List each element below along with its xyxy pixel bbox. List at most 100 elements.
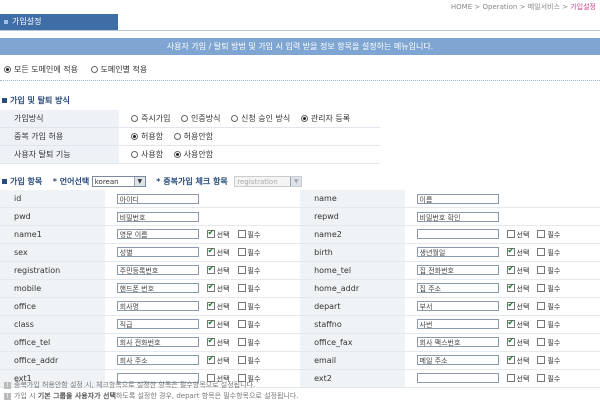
chevron-down-icon[interactable]: ▼ xyxy=(133,177,145,186)
chevron-down-icon[interactable]: ▼ xyxy=(290,177,302,186)
field-label-input[interactable]: 생년월일 xyxy=(416,247,499,258)
field-label-input[interactable]: 집 주소 xyxy=(416,283,499,294)
required-checkbox[interactable]: 필수 xyxy=(237,283,260,293)
field-label-input[interactable]: 영문 이름 xyxy=(116,229,199,240)
field-label-input[interactable]: 핸드폰 번호 xyxy=(116,283,199,294)
note-line: ! 가입 시 기본 그룹을 사용자가 선택하도록 설정한 경우, depart 항… xyxy=(4,391,299,402)
join-admin-option[interactable]: 관리자 등록 xyxy=(300,114,350,123)
field-label-input[interactable]: 주민등록번호 xyxy=(116,265,199,276)
select-label: 선택 xyxy=(216,284,230,293)
right-field-value: 선택 필수 xyxy=(404,225,600,244)
field-label-input[interactable] xyxy=(416,373,499,384)
dup-check-select[interactable]: registration ▼ xyxy=(234,176,303,187)
breadcrumb-home[interactable]: HOME xyxy=(451,3,472,11)
right-field-key: office_fax xyxy=(300,333,405,352)
select-checkbox[interactable]: 선택 xyxy=(506,246,530,257)
withdraw-use-option[interactable]: 사용함 xyxy=(131,150,163,159)
select-checkbox[interactable]: 선택 xyxy=(506,264,529,275)
left-field-value: 영문 이름 선택 필수 xyxy=(104,225,301,244)
field-label-input[interactable]: 메일 주소 xyxy=(416,355,499,366)
required-checkbox[interactable]: 필수 xyxy=(237,355,261,365)
required-checkbox[interactable]: 필수 xyxy=(537,337,560,347)
breadcrumb-item[interactable]: Operation xyxy=(483,3,518,11)
field-label-input[interactable]: 비밀번호 확인 xyxy=(416,211,499,222)
scope-per-domain[interactable]: 도메인별 적용 xyxy=(90,65,147,74)
join-immediate-option[interactable]: 즉시가입 xyxy=(131,114,170,123)
right-field-key: birth xyxy=(300,243,405,262)
left-field-value: 비밀번호 xyxy=(104,207,301,226)
join-approval-option[interactable]: 신청 승인 방식 xyxy=(231,114,290,123)
select-checkbox[interactable]: 선택 xyxy=(206,336,230,347)
breadcrumb: HOME > Operation > 메일서비스 > 가입설정 xyxy=(451,2,596,12)
dup-deny-option[interactable]: 허용안함 xyxy=(173,132,213,141)
select-label: 선택 xyxy=(216,248,230,257)
scope-all-domains[interactable]: 모든 도메인에 적용 xyxy=(4,65,78,74)
select-checkbox[interactable]: 선택 xyxy=(206,354,230,365)
required-checkbox[interactable]: 필수 xyxy=(537,355,560,365)
select-checkbox[interactable]: 선택 xyxy=(206,300,230,311)
field-label-input[interactable]: 성별 xyxy=(116,247,199,258)
field-label-input[interactable]: 회사 전화번호 xyxy=(116,337,199,348)
field-label-input[interactable]: 이름 xyxy=(416,193,499,204)
required-checkbox[interactable]: 필수 xyxy=(537,265,560,275)
required-checkbox[interactable]: 필수 xyxy=(537,373,560,383)
select-label: 선택 xyxy=(516,302,530,311)
required-checkbox[interactable]: 필수 xyxy=(537,283,560,293)
field-label-input[interactable]: 직급 xyxy=(116,319,199,330)
field-label-input[interactable] xyxy=(416,229,499,240)
select-checkbox[interactable]: 선택 xyxy=(506,318,530,329)
required-checkbox[interactable]: 필수 xyxy=(537,319,560,329)
required-checkbox[interactable]: 필수 xyxy=(237,247,260,257)
field-label-input[interactable]: 아이디 xyxy=(116,193,199,204)
dup-allow-option[interactable]: 허용함 xyxy=(131,132,163,141)
select-checkbox[interactable]: 선택 xyxy=(506,229,530,239)
right-field-value: 비밀번호 확인 xyxy=(404,207,600,226)
required-checkbox[interactable]: 필수 xyxy=(237,337,260,347)
required-checkbox[interactable]: 필수 xyxy=(237,301,260,311)
note-line: ! 중복가입 허용안함 설정 시, 체크항목으로 설정한 항목은 필수항목으로 설… xyxy=(4,380,299,391)
right-field-value: 집 전화번호 선택 필수 xyxy=(404,261,600,280)
select-label: 선택 xyxy=(516,374,530,383)
field-label-input[interactable]: 부서 xyxy=(416,301,499,312)
required-checkbox[interactable]: 필수 xyxy=(237,319,260,329)
select-checkbox[interactable]: 선택 xyxy=(506,373,530,383)
select-checkbox[interactable]: 선택 xyxy=(506,282,529,293)
left-field-value: 회사 주소 선택 필수 xyxy=(104,351,301,370)
select-label: 선택 xyxy=(516,320,530,329)
select-checkbox[interactable]: 선택 xyxy=(206,228,230,239)
breadcrumb-item[interactable]: 메일서비스 xyxy=(528,3,560,11)
field-label-input[interactable]: 집 전화번호 xyxy=(416,265,499,276)
language-select[interactable]: korean ▼ xyxy=(91,176,146,187)
select-checkbox[interactable]: 선택 xyxy=(506,300,530,311)
select-label: 선택 xyxy=(516,248,530,257)
field-label-input[interactable]: 회사 팩스번호 xyxy=(416,337,499,348)
select-checkbox[interactable]: 선택 xyxy=(506,354,529,365)
required-checkbox[interactable]: 필수 xyxy=(237,265,260,275)
select-checkbox[interactable]: 선택 xyxy=(206,318,230,329)
select-checkbox[interactable]: 선택 xyxy=(506,336,529,347)
required-checkbox[interactable]: 필수 xyxy=(537,229,560,239)
left-field-value: 성별 선택 필수 xyxy=(104,243,301,262)
required-checkbox[interactable]: 필수 xyxy=(537,247,560,257)
select-checkbox[interactable]: 선택 xyxy=(206,264,230,275)
select-checkbox[interactable]: 선택 xyxy=(206,246,230,257)
field-label-input[interactable]: 회사 주소 xyxy=(116,355,199,366)
note-icon: ! xyxy=(4,393,11,400)
required-checkbox[interactable]: 필수 xyxy=(237,229,260,239)
join-auth-option[interactable]: 인증방식 xyxy=(181,114,220,123)
field-label-input[interactable]: 사번 xyxy=(416,319,499,330)
radio-selected-icon[interactable] xyxy=(4,66,11,73)
field-row: office_addr 회사 주소 선택 필수 email 메일 주소 선택 필수 xyxy=(0,351,600,370)
required-label: 필수 xyxy=(247,356,261,365)
field-label-input[interactable]: 회사명 xyxy=(116,301,199,312)
join-section-title: 가입 및 탈퇴 방식 xyxy=(2,95,70,106)
right-field-value: 집 주소 선택 필수 xyxy=(404,279,600,298)
required-checkbox[interactable]: 필수 xyxy=(537,301,560,311)
select-label: 선택 xyxy=(516,230,530,239)
field-label-input[interactable]: 비밀번호 xyxy=(116,211,199,222)
field-row: mobile 핸드폰 번호 선택 필수 home_addr 집 주소 선택 필수 xyxy=(0,279,600,298)
select-checkbox[interactable]: 선택 xyxy=(206,282,230,293)
radio-icon[interactable] xyxy=(90,66,98,73)
withdraw-nouse-option[interactable]: 사용안함 xyxy=(173,150,213,159)
right-field-value: 생년월일 선택 필수 xyxy=(404,243,600,262)
